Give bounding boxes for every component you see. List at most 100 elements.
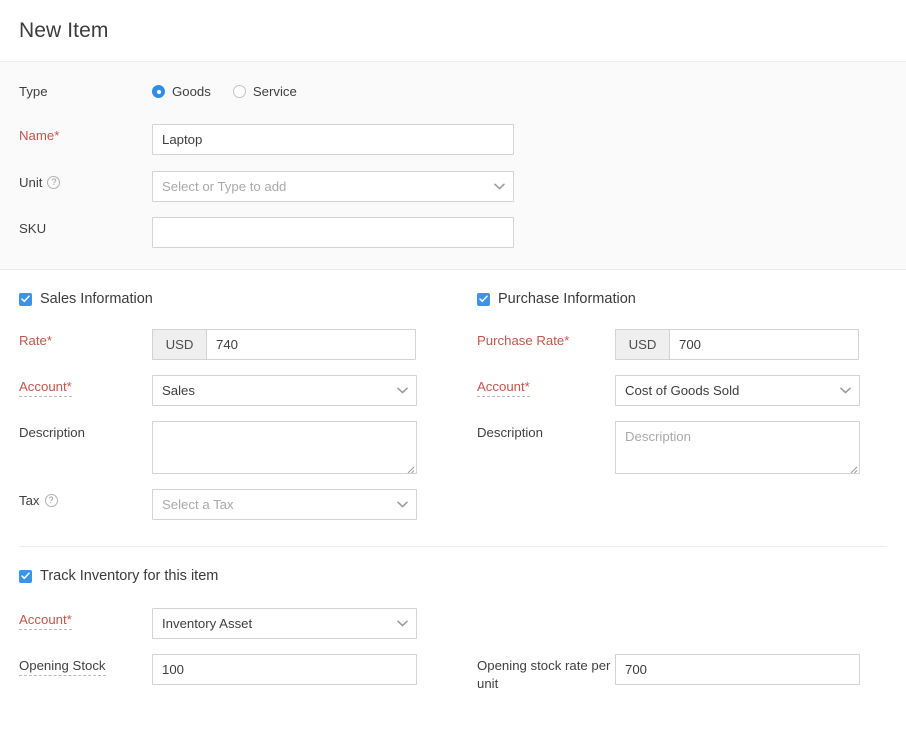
chevron-down-icon [397,490,408,519]
purchase-information-column: Purchase Information Purchase Rate* USD … [453,291,906,520]
type-label: Type [0,80,152,100]
sales-section-header: Sales Information [0,291,453,307]
sales-tax-label-text: Tax [19,492,40,509]
required-asterisk: * [67,379,72,394]
track-inventory-label: Track Inventory for this item [40,568,218,584]
opening-rate-control: 700 [615,654,860,693]
inventory-account-control: Inventory Asset [152,608,417,639]
sales-tax-value: Select a Tax [162,497,234,512]
purchase-currency-prefix[interactable]: USD [615,329,669,360]
form-row-sales-account: Account* Sales [0,375,453,406]
purchase-account-label-text: Account* [477,378,530,397]
purchase-rate-label: Purchase Rate* [453,329,615,349]
inventory-account-select[interactable]: Inventory Asset [152,608,417,639]
radio-option-service[interactable]: Service [233,84,297,99]
purchase-rate-input[interactable]: 700 [669,329,859,360]
sales-information-column: Sales Information Rate* USD 740 Account* [0,291,453,520]
help-icon[interactable]: ? [47,176,60,189]
unit-select-value: Select or Type to add [162,179,286,194]
purchase-account-control: Cost of Goods Sold [615,375,860,406]
type-label-text: Type [19,83,48,100]
radio-service-icon[interactable] [233,85,246,98]
sku-input[interactable] [152,217,514,248]
form-row-purchase-rate: Purchase Rate* USD 700 [453,329,906,360]
checkbox-checked-icon[interactable] [477,293,490,306]
type-control: Goods Service [152,80,297,99]
form-row-opening-stock: Opening Stock 100 Opening stock rate per… [0,654,906,693]
radio-option-goods[interactable]: Goods [152,84,211,99]
sku-label-text: SKU [19,220,46,237]
resize-handle-icon[interactable] [404,461,415,472]
sales-account-select[interactable]: Sales [152,375,417,406]
sales-account-value: Sales [162,383,195,398]
form-row-sales-description: Description [0,421,453,474]
required-asterisk: * [54,128,59,143]
opening-stock-input[interactable]: 100 [152,654,417,685]
sales-tax-select[interactable]: Select a Tax [152,489,417,520]
required-asterisk: * [525,379,530,394]
sales-description-label: Description [0,421,152,441]
sales-account-control: Sales [152,375,417,406]
purchase-information-toggle[interactable]: Purchase Information [477,291,906,307]
required-asterisk: * [47,333,52,348]
sales-information-toggle[interactable]: Sales Information [19,291,453,307]
form-row-purchase-account: Account* Cost of Goods Sold [453,375,906,406]
checkbox-checked-icon[interactable] [19,293,32,306]
form-row-sku: SKU [0,217,906,248]
sales-tax-label: Tax ? [0,489,152,509]
inventory-account-value: Inventory Asset [162,616,252,631]
type-radio-group: Goods Service [152,80,297,99]
resize-handle-icon[interactable] [847,461,858,472]
sales-rate-currency-group: USD 740 [152,329,416,360]
purchase-description-textarea[interactable]: Description [615,421,860,474]
name-input[interactable]: Laptop [152,124,514,155]
inventory-account-label-text: Account* [19,611,72,630]
chevron-down-icon [494,172,505,201]
radio-goods-label: Goods [172,84,211,99]
purchase-description-label: Description [453,421,615,441]
opening-rate-label-text: Opening stock rate per unit [477,657,615,693]
form-row-name: Name* Laptop [0,124,906,155]
purchase-rate-control: USD 700 [615,329,859,360]
sales-rate-input[interactable]: 740 [206,329,416,360]
sales-rate-control: USD 740 [152,329,416,360]
sales-tax-control: Select a Tax [152,489,417,520]
sales-currency-prefix[interactable]: USD [152,329,206,360]
form-row-sales-rate: Rate* USD 740 [0,329,453,360]
sales-rate-label: Rate* [0,329,152,349]
chevron-down-icon [840,376,851,405]
opening-rate-input[interactable]: 700 [615,654,860,685]
sales-rate-label-text: Rate* [19,332,52,349]
purchase-information-label: Purchase Information [498,291,636,307]
required-asterisk: * [564,333,569,348]
required-asterisk: * [67,612,72,627]
chevron-down-icon [397,609,408,638]
unit-label: Unit ? [0,171,152,191]
sales-account-label-text: Account* [19,378,72,397]
sales-description-textarea[interactable] [152,421,417,474]
purchase-description-label-text: Description [477,424,543,441]
help-icon[interactable]: ? [45,494,58,507]
opening-rate-label: Opening stock rate per unit [453,654,615,693]
inventory-section-header: Track Inventory for this item [0,568,906,584]
purchase-account-select[interactable]: Cost of Goods Sold [615,375,860,406]
checkbox-checked-icon[interactable] [19,570,32,583]
opening-stock-label: Opening Stock [0,654,152,693]
purchase-account-label: Account* [453,375,615,397]
track-inventory-toggle[interactable]: Track Inventory for this item [19,568,906,584]
inventory-account-cell-right [453,608,906,639]
purchase-description-control: Description [615,421,860,474]
form-row-type: Type Goods Service [0,80,906,109]
unit-label-text: Unit [19,174,42,191]
name-control: Laptop [152,124,514,155]
sku-control [152,217,514,248]
chevron-down-icon [397,376,408,405]
sales-information-label: Sales Information [40,291,153,307]
name-label: Name* [0,124,152,144]
radio-goods-icon[interactable] [152,85,165,98]
opening-rate-cell: Opening stock rate per unit 700 [453,654,906,693]
unit-select[interactable]: Select or Type to add [152,171,514,202]
sales-description-control [152,421,417,474]
purchase-section-header: Purchase Information [453,291,906,307]
form-row-sales-tax: Tax ? Select a Tax [0,489,453,520]
